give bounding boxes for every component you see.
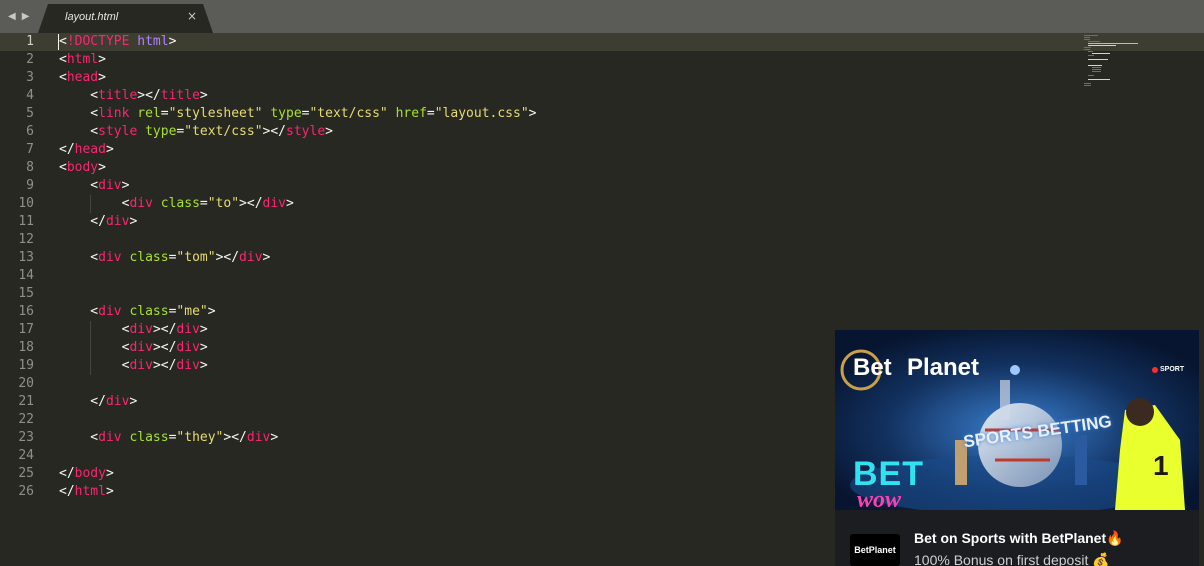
tab-layout-html[interactable]: layout.html × (38, 4, 213, 33)
brand-bet: Bet (853, 354, 892, 381)
code-line[interactable]: <div class="they"></div> (59, 429, 278, 447)
line-number: 5 (26, 106, 34, 121)
neon-text-2: wow (857, 487, 902, 510)
line-number: 23 (18, 430, 34, 445)
line-number: 18 (18, 340, 34, 355)
line-number: 16 (18, 304, 34, 319)
back-arrow-icon[interactable]: ◀ (8, 10, 16, 24)
line-number: 12 (18, 232, 34, 247)
line-number: 6 (26, 124, 34, 139)
code-line[interactable]: <body> (59, 159, 106, 177)
code-line[interactable]: <title></title> (59, 87, 207, 105)
code-line[interactable]: <div> (59, 177, 129, 195)
ad-title[interactable]: Bet on Sports with BetPlanet🔥 (914, 530, 1124, 547)
svg-text:1: 1 (1153, 450, 1169, 481)
code-line[interactable]: </html> (59, 483, 114, 501)
line-number: 24 (18, 448, 34, 463)
line-number: 1 (26, 34, 34, 49)
code-line[interactable]: <div class="me"> (59, 303, 215, 321)
line-number: 3 (26, 70, 34, 85)
ad-logo: BetPlanet (850, 534, 900, 566)
code-line[interactable]: <div class="to"></div> (59, 195, 294, 213)
code-line[interactable]: <div></div> (59, 321, 208, 339)
line-number: 9 (26, 178, 34, 193)
code-line[interactable]: <!DOCTYPE html> (59, 33, 176, 51)
ad-popup[interactable]: 1 Bet Planet SPORT SPORTS BETTING BET wo… (835, 330, 1199, 566)
code-line[interactable]: <div></div> (59, 339, 208, 357)
line-number: 10 (18, 196, 34, 211)
close-icon[interactable]: × (187, 9, 197, 23)
ad-footer[interactable]: BetPlanet Bet on Sports with BetPlanet🔥 … (835, 510, 1199, 566)
line-number: 15 (18, 286, 34, 301)
code-line[interactable]: </head> (59, 141, 114, 159)
code-line[interactable]: <div class="tom"></div> (59, 249, 270, 267)
tab-label: layout.html (65, 11, 119, 23)
code-line[interactable]: <html> (59, 51, 106, 69)
code-line[interactable]: </div> (59, 213, 137, 231)
tab-bar: ◀ ▶ layout.html × (0, 0, 1204, 33)
active-line-highlight (0, 33, 1204, 51)
code-line[interactable]: <link rel="stylesheet" type="text/css" h… (59, 105, 536, 123)
line-number-gutter: 1 2 3 4 5 6 7 8 9 10 11 12 13 14 15 16 17 18 19 20 21 22 23 24 2… (0, 33, 50, 566)
minimap[interactable] (1082, 33, 1152, 93)
line-number: 20 (18, 376, 34, 391)
line-number: 4 (26, 88, 34, 103)
line-number: 22 (18, 412, 34, 427)
line-number: 26 (18, 484, 34, 499)
line-number: 17 (18, 322, 34, 337)
line-number: 8 (26, 160, 34, 175)
tab-nav-arrows: ◀ ▶ (8, 10, 29, 24)
code-line[interactable]: <head> (59, 69, 106, 87)
code-line[interactable]: <div></div> (59, 357, 208, 375)
line-number: 2 (26, 52, 34, 67)
line-number: 21 (18, 394, 34, 409)
line-number: 11 (18, 214, 34, 229)
text-cursor (58, 34, 59, 50)
line-number: 14 (18, 268, 34, 283)
code-line[interactable]: </body> (59, 465, 114, 483)
line-number: 7 (26, 142, 34, 157)
code-line[interactable]: </div> (59, 393, 137, 411)
forward-arrow-icon[interactable]: ▶ (22, 10, 30, 24)
line-number: 13 (18, 250, 34, 265)
code-line[interactable]: <style type="text/css"></style> (59, 123, 333, 141)
sport-tag: SPORT (1160, 366, 1185, 373)
ad-subtitle: 100% Bonus on first deposit 💰 (914, 552, 1110, 566)
brand-planet: Planet (907, 354, 980, 381)
ad-banner-image[interactable]: 1 Bet Planet SPORT SPORTS BETTING BET wo… (835, 330, 1199, 510)
line-number: 25 (18, 466, 34, 481)
line-number: 19 (18, 358, 34, 373)
